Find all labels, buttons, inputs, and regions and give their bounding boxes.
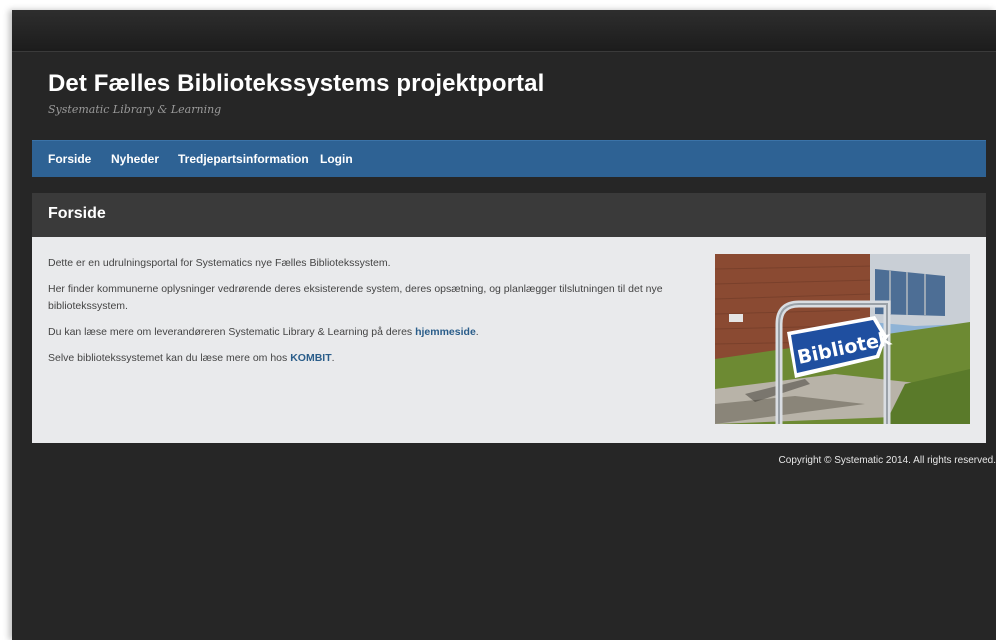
paragraph-supplier: Du kan læse mere om leverandøreren Syste…	[48, 324, 688, 341]
hjemmeside-link[interactable]: hjemmeside	[415, 326, 476, 338]
nav-item-tredjepartsinformation[interactable]: Tredjepartsinformation	[178, 152, 309, 166]
paragraph-info: Her finder kommunerne oplysninger vedrør…	[48, 283, 663, 312]
site-title: Det Fælles Bibliotekssystems projektport…	[48, 70, 545, 97]
nav-item-login[interactable]: Login	[320, 152, 353, 166]
paragraph-supplier-end: .	[475, 326, 479, 338]
paragraph-kombit: Selve bibliotekssystemet kan du læse mer…	[48, 350, 688, 367]
library-sign-photo: Bibliotek	[715, 254, 970, 424]
page-frame: Det Fælles Bibliotekssystems projektport…	[12, 10, 996, 640]
footer-copyright: Copyright © Systematic 2014. All rights …	[778, 455, 996, 466]
site-subtitle: Systematic Library & Learning	[48, 103, 222, 116]
content-panel: Dette er en udrulningsportal for Systema…	[32, 237, 986, 443]
paragraph-kombit-text: Selve bibliotekssystemet kan du læse mer…	[48, 352, 291, 364]
nav-item-nyheder[interactable]: Nyheder	[111, 152, 159, 166]
library-sign-image: Bibliotek	[715, 254, 970, 424]
paragraph-kombit-end: .	[331, 352, 335, 364]
paragraph-intro: Dette er en udrulningsportal for Systema…	[48, 257, 391, 269]
page-title: Forside	[48, 205, 106, 222]
top-bar	[12, 10, 996, 52]
paragraph-supplier-text: Du kan læse mere om leverandøreren Syste…	[48, 326, 416, 338]
nav-item-forside[interactable]: Forside	[48, 152, 91, 166]
kombit-link[interactable]: KOMBIT	[290, 352, 331, 364]
content-text: Dette er en udrulningsportal for Systema…	[48, 255, 688, 376]
page-header: Forside	[32, 193, 986, 237]
main-nav: Forside Nyheder Tredjepartsinformation L…	[32, 140, 986, 177]
